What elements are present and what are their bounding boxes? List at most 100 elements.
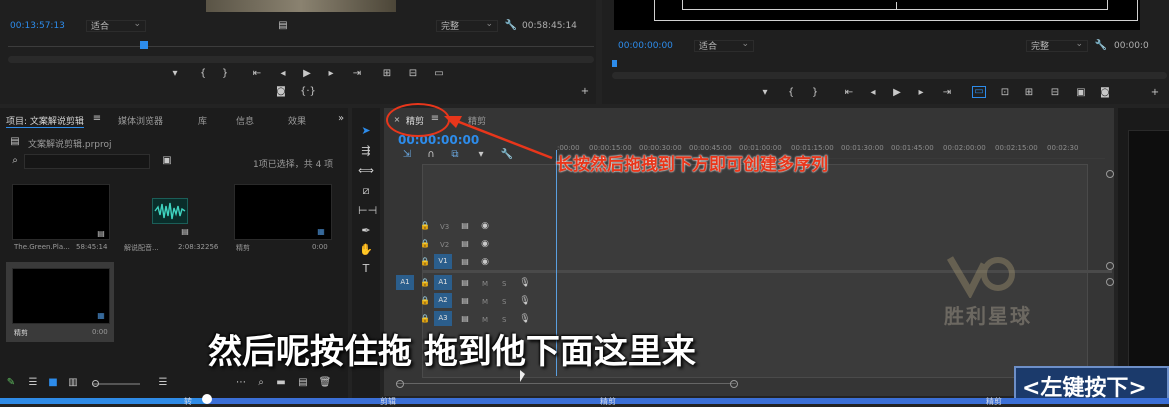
program-timecode[interactable]: 00:00:00:00 [618, 41, 673, 51]
icon-view-icon[interactable]: ■ [46, 377, 60, 389]
step-back-icon[interactable]: ◂ [276, 68, 290, 80]
wrench-icon[interactable]: 🔧 [504, 20, 518, 32]
program-go-to-out-icon[interactable]: ⇥ [940, 87, 954, 99]
tab-effects[interactable]: 效果 [288, 114, 306, 127]
source-scrub-bar[interactable] [8, 46, 594, 47]
source-timecode[interactable]: 00:13:57:13 [10, 21, 65, 31]
program-marker-icon[interactable]: ▾ [758, 87, 772, 99]
tab-info[interactable]: 信息 [236, 114, 254, 127]
source-quality-select[interactable]: 完整 [436, 18, 498, 32]
step-forward-icon[interactable]: ▸ [324, 68, 338, 80]
lock-icon[interactable]: 🔒 [418, 256, 432, 268]
vertical-zoom-handle[interactable] [1106, 278, 1114, 286]
extract-icon[interactable]: ⊞ [1022, 87, 1036, 99]
solo-button[interactable]: S [502, 298, 506, 306]
marker-icon[interactable]: ▾ [168, 68, 182, 80]
new-bin-icon[interactable]: ▬ [274, 377, 288, 389]
lock-icon[interactable]: 🔒 [418, 238, 432, 250]
mark-in-icon[interactable]: { [196, 68, 210, 80]
zoom-slider[interactable] [92, 383, 140, 385]
program-mark-in-icon[interactable]: { [784, 87, 798, 99]
panel-menu-icon[interactable]: ≡ [90, 113, 104, 125]
play-icon[interactable]: ▶ [300, 68, 314, 80]
horizontal-scroll-handle-right[interactable] [730, 380, 738, 388]
trash-icon[interactable]: 🗑 [318, 377, 332, 389]
list-item[interactable]: ▤ 解说配音... 2:08:32256 [118, 180, 226, 258]
program-playhead[interactable] [612, 60, 617, 67]
search-input[interactable] [24, 154, 150, 169]
track-select-tool-icon[interactable]: ⇶ [358, 144, 374, 157]
pen-tool-icon[interactable]: ✒ [358, 224, 374, 237]
eye-icon[interactable]: ◉ [478, 256, 492, 268]
sync-lock-icon[interactable]: ▤ [458, 277, 472, 289]
mute-button[interactable]: M [482, 298, 488, 306]
horizontal-scroll-bar[interactable] [396, 383, 736, 384]
nest-icon[interactable]: ⇲ [400, 149, 414, 161]
eye-icon[interactable]: ◉ [478, 238, 492, 250]
lift-icon[interactable]: ⊡ [998, 87, 1012, 99]
zoom-slider-handle[interactable] [92, 380, 99, 387]
mark-out-icon[interactable]: } [218, 68, 232, 80]
camera-icon[interactable]: ◙ [274, 86, 288, 98]
list-view-icon[interactable]: ☰ [26, 377, 40, 389]
video-progress-played[interactable] [0, 398, 208, 404]
program-camera-icon[interactable]: ◙ [1098, 87, 1112, 99]
add-button-icon[interactable]: + [578, 86, 592, 98]
snap-icon[interactable]: ∩ [424, 149, 438, 161]
type-tool-icon[interactable]: T [358, 262, 374, 275]
sync-lock-icon[interactable]: ▤ [458, 220, 472, 232]
solo-button[interactable]: S [502, 316, 506, 324]
lock-icon[interactable]: 🔒 [418, 277, 432, 289]
slip-tool-icon[interactable]: ⊢⊣ [358, 204, 377, 217]
export-frame-icon[interactable]: ▤ [276, 20, 290, 32]
insert-icon[interactable]: ⊞ [380, 68, 394, 80]
tab-libraries[interactable]: 库 [198, 114, 207, 127]
selection-tool-icon[interactable]: ➤ [358, 124, 374, 137]
horizontal-scroll-handle-left[interactable] [396, 380, 404, 388]
freeform-view-icon[interactable]: ▥ [66, 377, 80, 389]
microphone-icon[interactable]: 🎙 [518, 277, 532, 289]
eye-icon[interactable]: ◉ [478, 220, 492, 232]
program-play-icon[interactable]: ▶ [890, 87, 904, 99]
go-to-out-icon[interactable]: ⇥ [350, 68, 364, 80]
lock-icon[interactable]: 🔒 [418, 220, 432, 232]
program-step-forward-icon[interactable]: ▸ [914, 87, 928, 99]
vertical-zoom-handle[interactable] [1106, 170, 1114, 178]
program-mark-out-icon[interactable]: } [808, 87, 822, 99]
list-item[interactable]: ▦ 精剪 0:00 [230, 180, 334, 258]
button-editor-icon[interactable]: {·} [300, 86, 316, 98]
video-progress-knob[interactable] [202, 394, 212, 404]
program-step-back-icon[interactable]: ◂ [866, 87, 880, 99]
razor-tool-icon[interactable]: ⧄ [358, 184, 374, 198]
mute-button[interactable]: M [482, 280, 488, 288]
microphone-icon[interactable]: 🎙 [518, 295, 532, 307]
tab-media-browser[interactable]: 媒体浏览器 [118, 114, 163, 127]
program-add-button-icon[interactable]: + [1148, 87, 1162, 99]
program-wrench-icon[interactable]: 🔧 [1094, 40, 1108, 52]
source-fit-select[interactable]: 适合 [86, 18, 146, 32]
ripple-edit-tool-icon[interactable]: ⟺ [358, 164, 374, 177]
find-icon[interactable]: ⌕ [254, 377, 268, 389]
compare-icon[interactable]: ⊟ [1048, 87, 1062, 99]
track-target-v1[interactable]: V1 [434, 254, 452, 269]
export-frame-icon-2[interactable]: ▭ [432, 68, 446, 80]
list-item[interactable]: ▤ The.Green.Pla... 58:45:14 [8, 180, 112, 258]
solo-button[interactable]: S [502, 280, 506, 288]
pencil-icon[interactable]: ✎ [4, 377, 18, 389]
source-playhead[interactable] [140, 41, 148, 49]
program-go-to-in-icon[interactable]: ⇤ [842, 87, 856, 99]
track-target-a1[interactable]: A1 [434, 275, 452, 290]
new-item-icon[interactable]: ▤ [296, 377, 310, 389]
tab-project[interactable]: 项目: 文案解说剪辑 [6, 114, 84, 128]
source-patch-a1[interactable]: A1 [396, 275, 414, 290]
lock-icon[interactable]: 🔒 [418, 295, 432, 307]
program-export-frame-icon[interactable]: ▣ [1074, 87, 1088, 99]
sync-lock-icon[interactable]: ▤ [458, 295, 472, 307]
source-scroll-track[interactable] [8, 56, 594, 63]
hand-tool-icon[interactable]: ✋ [358, 243, 374, 256]
program-scroll-track[interactable] [612, 72, 1167, 79]
program-quality-select[interactable]: 完整 [1026, 38, 1088, 52]
new-bin-from-search-icon[interactable]: ▣ [160, 155, 174, 167]
sync-lock-icon[interactable]: ▤ [458, 256, 472, 268]
track-target-a2[interactable]: A2 [434, 293, 452, 308]
